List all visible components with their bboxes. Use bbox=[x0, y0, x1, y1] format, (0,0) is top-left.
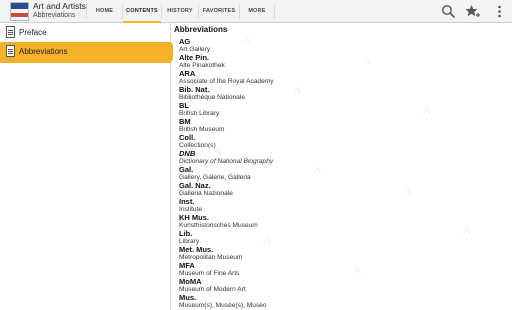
expansion: Collection(s) bbox=[179, 142, 216, 149]
list-item: Gal. Naz. Galleria Nazionale bbox=[179, 182, 499, 198]
content-pane[interactable]: AA AA AA AA AA AA Abbreviations AG Art G… bbox=[173, 23, 512, 310]
list-item: Bib. Nat. Bibliothèque Nationale bbox=[179, 86, 499, 102]
tab-more[interactable]: MORE bbox=[240, 0, 274, 23]
document-icon bbox=[6, 45, 15, 57]
abbreviation: KH Mus. bbox=[179, 213, 209, 222]
tab-history[interactable]: HISTORY bbox=[162, 0, 198, 23]
abbreviation: Inst. bbox=[179, 197, 195, 206]
app-title: Art and Artists bbox=[33, 1, 86, 11]
list-item: MoMA Museum of Modern Art bbox=[179, 278, 499, 294]
list-item: Alte Pin. Alte Pinakothek bbox=[179, 54, 499, 70]
abbreviation: BL bbox=[179, 101, 189, 110]
list-item: KH Mus. Kunsthistorisches Museum bbox=[179, 214, 499, 230]
expansion: Library bbox=[179, 238, 200, 245]
list-item: AG Art Gallery bbox=[179, 38, 499, 54]
tab-contents[interactable]: CONTENTS bbox=[123, 0, 161, 23]
abbreviation: Lib. bbox=[179, 229, 193, 238]
sidebar-item-preface[interactable]: Preface bbox=[0, 23, 171, 44]
expansion: Galleria Nazionale bbox=[179, 190, 233, 197]
expansion: Museum of Fine Arts bbox=[179, 270, 240, 277]
expansion: Institute bbox=[179, 206, 203, 213]
abbreviation: Mus. bbox=[179, 293, 197, 302]
expansion: Associate of the Royal Academy bbox=[179, 78, 274, 85]
tab-favorites[interactable]: FAVORITES bbox=[199, 0, 239, 23]
expansion: British Museum bbox=[179, 126, 225, 133]
abbreviation: MFA bbox=[179, 261, 195, 270]
expansion: Metropolitan Museum bbox=[179, 254, 243, 261]
search-icon[interactable] bbox=[440, 3, 457, 20]
action-bar: Art and Artists Abbreviations HOME CONTE… bbox=[0, 0, 512, 23]
book-cover-icon[interactable] bbox=[10, 2, 29, 21]
list-item: ARA Associate of the Royal Academy bbox=[179, 70, 499, 86]
abbreviation: ARA bbox=[179, 69, 196, 78]
abbreviation-list: AG Art Gallery Alte Pin. Alte Pinakothek… bbox=[179, 38, 499, 310]
app-subtitle: Abbreviations bbox=[33, 12, 76, 19]
abbreviation: BM bbox=[179, 117, 191, 126]
abbreviation: MoMA bbox=[179, 277, 202, 286]
abbreviation: Coll. bbox=[179, 133, 196, 142]
list-item: BM British Museum bbox=[179, 118, 499, 134]
expansion: Alte Pinakothek bbox=[179, 62, 225, 69]
abbreviation: Alte Pin. bbox=[179, 53, 210, 62]
tab-divider bbox=[274, 4, 275, 19]
expansion: British Library bbox=[179, 110, 220, 117]
abbreviation: Met. Mus. bbox=[179, 245, 214, 254]
list-item: Inst. Institute bbox=[179, 198, 499, 214]
sidebar-item-abbreviations[interactable]: Abbreviations bbox=[0, 42, 178, 63]
expansion: Bibliothèque Nationale bbox=[179, 94, 245, 101]
abbreviation: Bib. Nat. bbox=[179, 85, 210, 94]
list-item: MFA Museum of Fine Arts bbox=[179, 262, 499, 278]
content-title: Abbreviations bbox=[174, 25, 228, 34]
sidebar-item-label: Preface bbox=[19, 28, 47, 37]
abbreviation: DNB bbox=[179, 149, 196, 158]
tab-home[interactable]: HOME bbox=[87, 0, 122, 23]
expansion: Gallery, Galerie, Galleria bbox=[179, 174, 251, 181]
list-item: Mus. Museum(s), Musée(s), Museo bbox=[179, 294, 499, 310]
list-item: Lib. Library bbox=[179, 230, 499, 246]
expansion: Museum of Modern Art bbox=[179, 286, 246, 293]
expansion: Museum(s), Musée(s), Museo bbox=[179, 302, 267, 309]
abbreviation: AG bbox=[179, 37, 191, 46]
expansion: Art Gallery bbox=[179, 46, 211, 53]
list-item: DNB Dictionary of National Biography bbox=[179, 150, 499, 166]
star-add-icon[interactable] bbox=[464, 3, 481, 20]
list-item: Gal. Gallery, Galerie, Galleria bbox=[179, 166, 499, 182]
document-icon bbox=[6, 26, 15, 38]
list-item: Met. Mus. Metropolitan Museum bbox=[179, 246, 499, 262]
list-item: Coll. Collection(s) bbox=[179, 134, 499, 150]
abbreviation: Gal. Naz. bbox=[179, 181, 211, 190]
abbreviation: Gal. bbox=[179, 165, 194, 174]
contents-sidebar: Preface Abbreviations bbox=[0, 23, 178, 310]
sidebar-item-label: Abbreviations bbox=[19, 47, 68, 56]
overflow-menu-icon[interactable] bbox=[491, 3, 508, 20]
expansion: Kunsthistorisches Museum bbox=[179, 222, 258, 229]
list-item: BL British Library bbox=[179, 102, 499, 118]
expansion: Dictionary of National Biography bbox=[179, 158, 274, 165]
